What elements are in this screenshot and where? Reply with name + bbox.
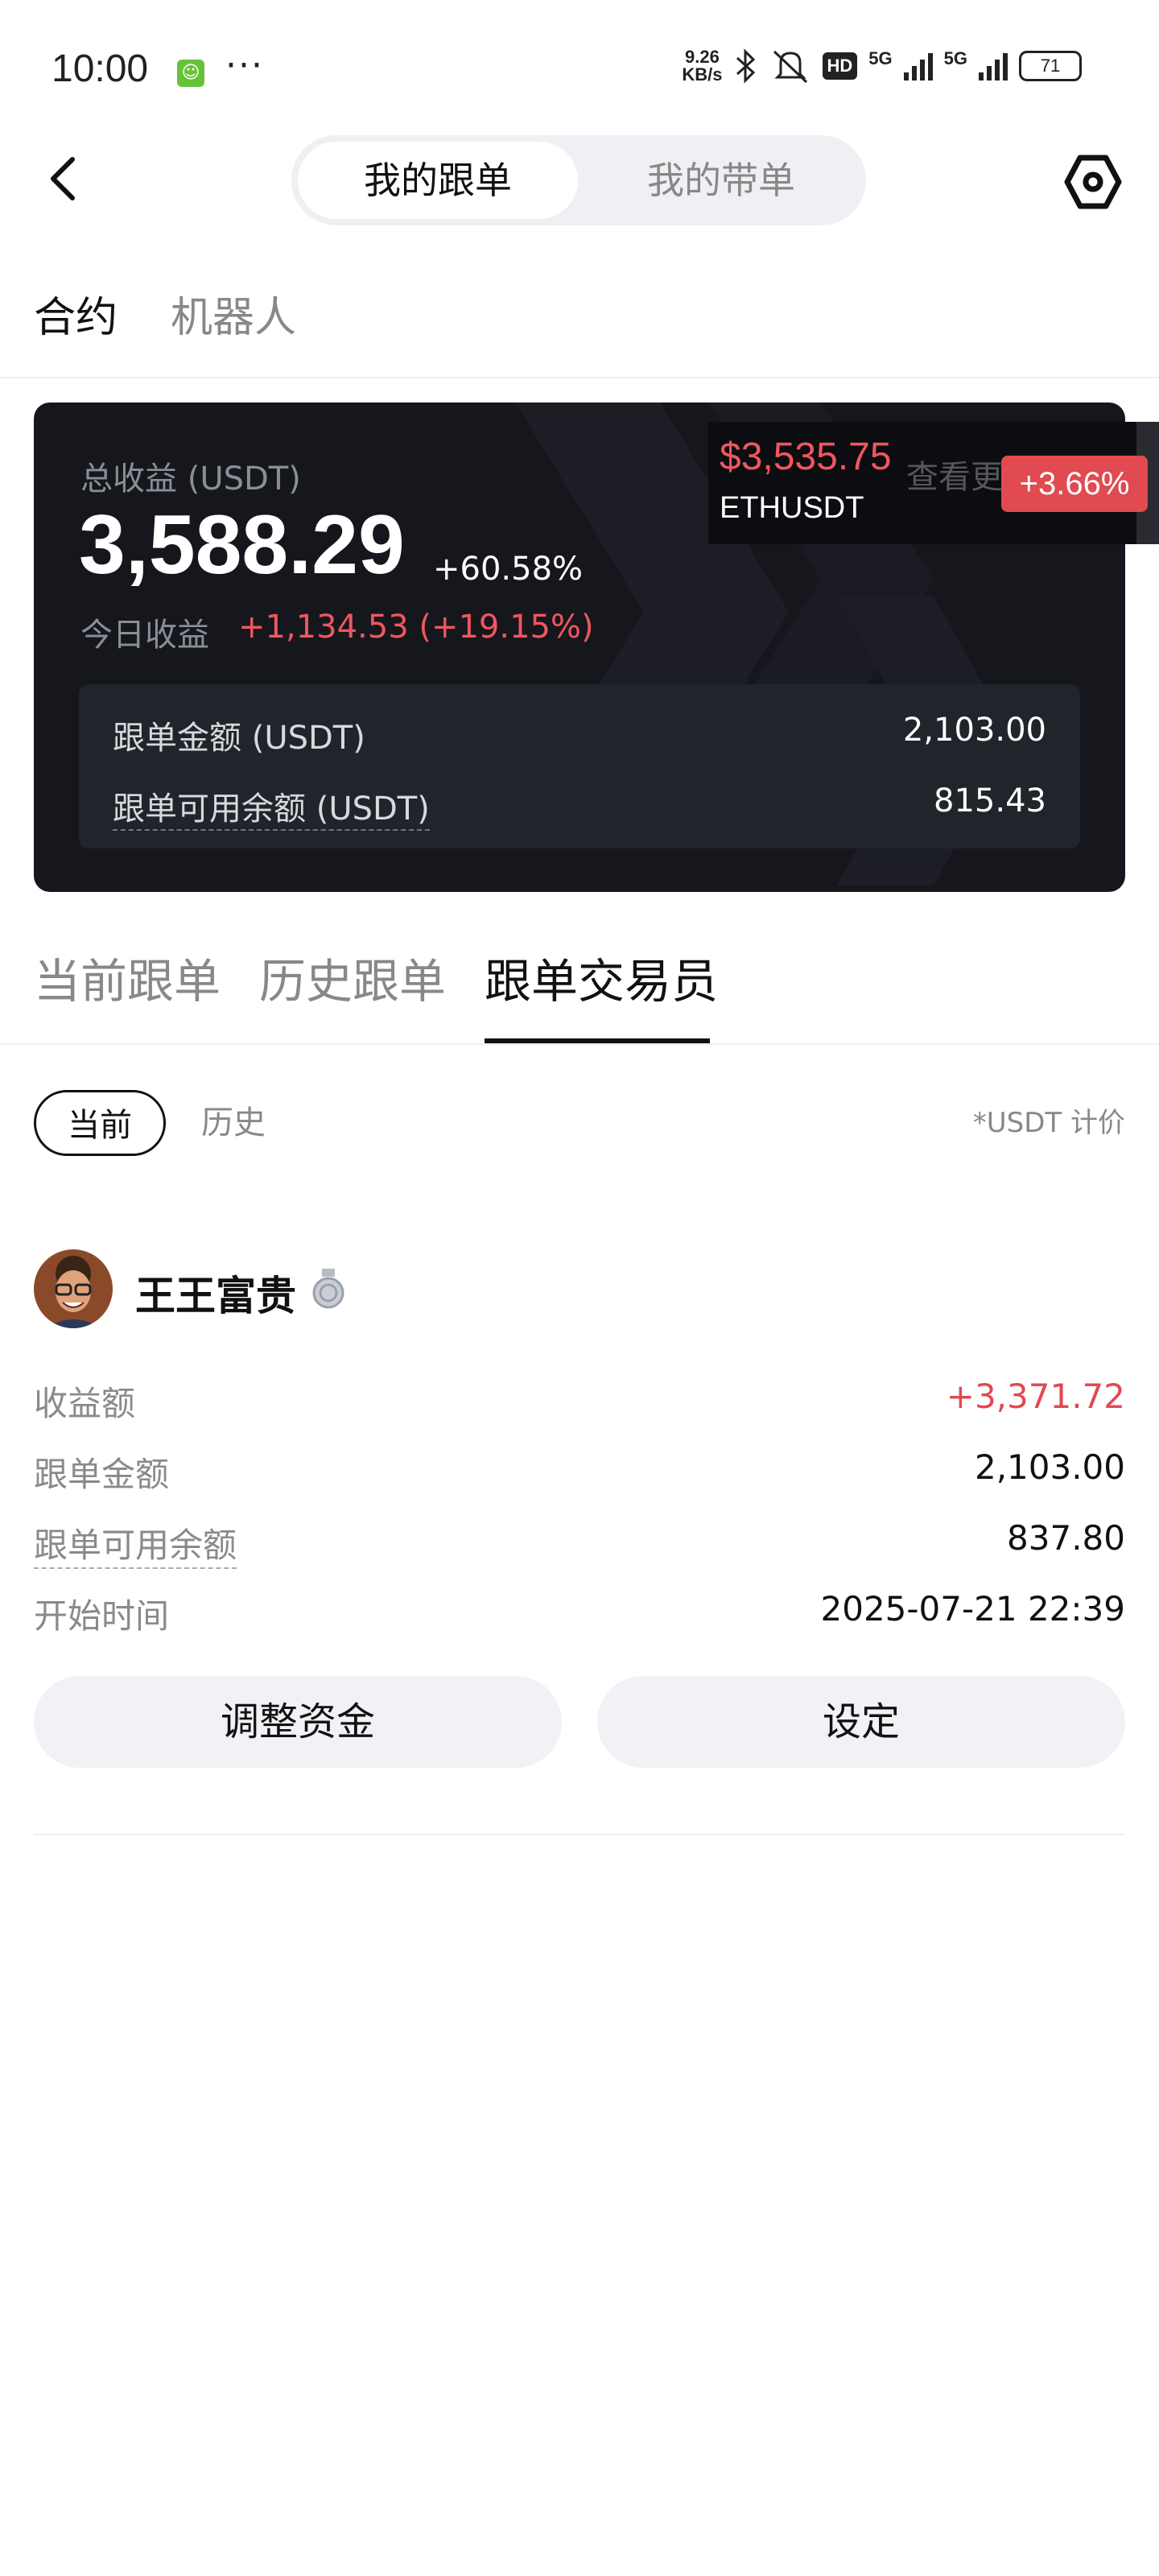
- status-time: 10:00: [52, 47, 149, 90]
- ticker-symbol: ETHUSDT: [720, 491, 864, 525]
- profit-value: +3,371.72: [946, 1377, 1125, 1416]
- filter-history-chip[interactable]: 历史: [201, 1090, 266, 1156]
- tab-contract[interactable]: 合约: [34, 283, 118, 344]
- follow-amount-value: 2,103.00: [902, 712, 1046, 749]
- network-type-a: 5G: [868, 48, 893, 68]
- tab-history-follow[interactable]: 历史跟单: [259, 943, 446, 1011]
- today-profit-label: 今日收益: [80, 617, 209, 654]
- follow-available-label[interactable]: 跟单可用余额: [34, 1518, 237, 1569]
- ticker-price: $3,535.75: [720, 436, 892, 478]
- hd-badge: HD: [822, 52, 858, 80]
- segment-my-follow[interactable]: 我的跟单: [298, 135, 578, 225]
- divider: [34, 1834, 1125, 1835]
- tab-bot[interactable]: 机器人: [171, 283, 296, 344]
- back-icon[interactable]: [45, 153, 80, 204]
- more-notifications-icon: ···: [225, 45, 264, 86]
- today-profit-value: +1,134.53 (+19.15%): [238, 609, 594, 646]
- battery-indicator: 71: [1019, 51, 1082, 81]
- app-notification-icon: ☺: [177, 60, 204, 87]
- follow-amount-label: 跟单金额 (USDT): [113, 720, 365, 757]
- adjust-funds-button[interactable]: 调整资金: [34, 1676, 562, 1768]
- profit-label: 收益额: [34, 1384, 136, 1423]
- total-profit-percent: +60.58%: [433, 551, 584, 588]
- settings-button[interactable]: 设定: [597, 1676, 1125, 1768]
- follow-available-value: 837.80: [1007, 1518, 1125, 1558]
- filter-current-chip[interactable]: 当前: [34, 1090, 166, 1156]
- total-profit-value: 3,588.29: [79, 498, 405, 592]
- status-indicators: 9.26 KB/s HD 5G 5G 71: [682, 48, 1082, 84]
- divider: [0, 377, 1159, 378]
- start-time-value: 2025-07-21 22:39: [820, 1589, 1125, 1629]
- signal-icon-b: [979, 52, 1008, 80]
- trader-name[interactable]: 王王富贵: [135, 1264, 296, 1322]
- settings-icon[interactable]: [1064, 153, 1122, 211]
- tab-current-follow[interactable]: 当前跟单: [34, 943, 221, 1011]
- ticker-view-more[interactable]: 查看更: [906, 451, 1003, 497]
- ticker-change-badge: +3.66%: [1001, 456, 1148, 512]
- total-profit-label: 总收益 (USDT): [80, 460, 301, 497]
- follow-amount-value: 2,103.00: [974, 1447, 1125, 1487]
- follow-amount-label: 跟单金额: [34, 1455, 170, 1494]
- divider: [0, 1043, 1159, 1045]
- segment-my-lead[interactable]: 我的带单: [581, 135, 861, 225]
- unit-note: *USDT 计价: [972, 1107, 1125, 1139]
- medal-icon: [312, 1269, 344, 1309]
- tab-follow-traders[interactable]: 跟单交易员: [485, 943, 718, 1011]
- follow-available-value: 815.43: [934, 782, 1046, 819]
- follow-available-label[interactable]: 跟单可用余额 (USDT): [113, 782, 430, 831]
- signal-icon-a: [903, 52, 933, 80]
- network-speed: 9.26 KB/s: [682, 47, 723, 85]
- bluetooth-icon: [736, 48, 755, 84]
- avatar[interactable]: [34, 1249, 113, 1328]
- mute-icon: [773, 50, 807, 84]
- network-type-b: 5G: [943, 48, 967, 68]
- start-time-label: 开始时间: [34, 1596, 170, 1636]
